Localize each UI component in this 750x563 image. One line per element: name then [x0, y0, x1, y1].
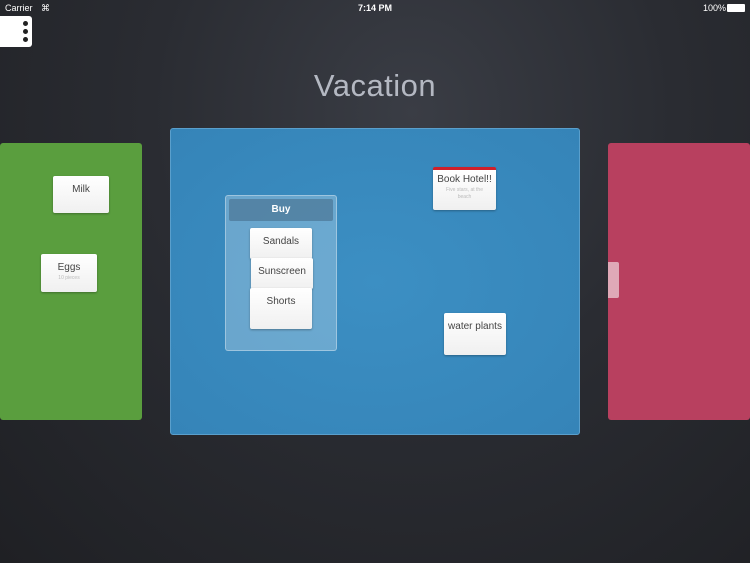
group-title: Buy: [229, 199, 333, 221]
group-buy[interactable]: Buy Sandals Sunscreen Shorts: [225, 195, 337, 351]
page-title: Vacation: [313, 68, 437, 103]
card-title: Book Hotel!!: [437, 174, 492, 185]
card-subtitle: Five stars, at the beach: [446, 187, 483, 200]
battery-label: 100%: [703, 3, 727, 13]
carrier: Carrier: [5, 3, 33, 13]
status-bar: Carrier ⌘ 7:14 PM 100%: [0, 0, 750, 16]
card-title: water plants: [448, 321, 502, 332]
card-title: Milk: [72, 184, 90, 195]
menu-button[interactable]: [0, 16, 32, 47]
card-book-hotel[interactable]: Book Hotel!! Five stars, at the beach: [433, 167, 496, 210]
battery-icon: [727, 4, 745, 12]
card-sunscreen[interactable]: Sunscreen: [251, 258, 313, 289]
card-subtitle: 10 pieces: [58, 275, 80, 281]
card-eggs[interactable]: Eggs 10 pieces: [41, 254, 97, 292]
board-right[interactable]: [608, 143, 750, 420]
board-center[interactable]: Buy Sandals Sunscreen Shorts Book Hotel!…: [170, 128, 580, 435]
card-milk[interactable]: Milk: [53, 176, 109, 213]
card-water-plants[interactable]: water plants: [444, 313, 506, 355]
board-left[interactable]: Milk Eggs 10 pieces: [0, 143, 142, 420]
dot-icon: [23, 37, 28, 42]
clock: 7:14 PM: [358, 3, 393, 13]
dot-icon: [23, 29, 28, 34]
card-title: Shorts: [266, 296, 296, 307]
card-title: Sunscreen: [258, 266, 306, 277]
card-sandals[interactable]: Sandals: [250, 228, 312, 259]
wifi-icon: ⌘: [41, 3, 50, 13]
card-title: Eggs: [57, 262, 81, 273]
drag-handle[interactable]: [608, 262, 619, 298]
card-shorts[interactable]: Shorts: [250, 288, 312, 329]
card-title: Sandals: [262, 236, 300, 247]
dot-icon: [23, 21, 28, 26]
